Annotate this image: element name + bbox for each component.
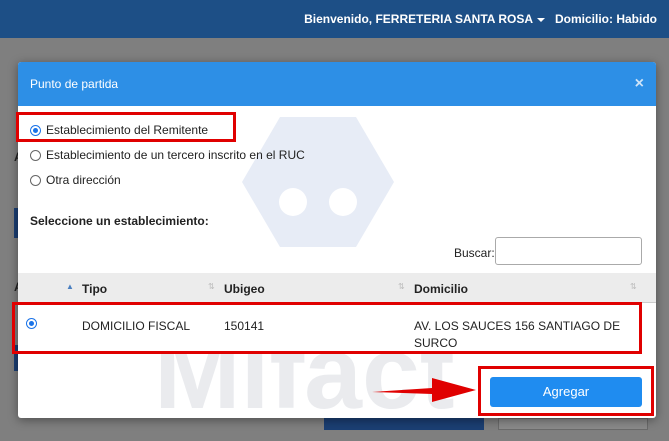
cell-tipo: DOMICILIO FISCAL bbox=[82, 319, 191, 333]
search-input[interactable] bbox=[495, 237, 642, 265]
bg-fragment-button bbox=[498, 418, 648, 430]
watermark-hexagon bbox=[242, 117, 394, 247]
radio-button-checked[interactable] bbox=[30, 124, 41, 136]
radio-otra-direccion[interactable]: Otra dirección bbox=[30, 173, 121, 187]
modal-title: Punto de partida bbox=[30, 77, 119, 91]
close-icon[interactable]: × bbox=[635, 75, 644, 93]
search-label: Buscar: bbox=[454, 246, 495, 260]
punto-de-partida-modal: Mifact Punto de partida × Establecimient… bbox=[18, 62, 656, 418]
bg-fragment-button bbox=[324, 418, 484, 430]
column-header-ubigeo[interactable]: Ubigeo bbox=[224, 282, 265, 296]
sort-icon[interactable]: ⇅ bbox=[398, 282, 405, 291]
cell-ubigeo: 150141 bbox=[224, 319, 265, 333]
caret-down-icon bbox=[537, 17, 545, 22]
watermark-eye-right bbox=[329, 188, 357, 216]
domicilio-status: Domicilio: Habido bbox=[555, 12, 657, 26]
modal-header: Punto de partida × bbox=[18, 62, 656, 106]
radio-button[interactable] bbox=[30, 149, 41, 161]
watermark-eye-left bbox=[279, 188, 307, 216]
agregar-button[interactable]: Agregar bbox=[490, 377, 642, 407]
cell-domicilio-line1: AV. LOS SAUCES 156 SANTIAGO DE bbox=[414, 319, 621, 333]
radio-label: Establecimiento del Remitente bbox=[46, 123, 209, 137]
section-label: Seleccione un establecimiento: bbox=[30, 214, 209, 228]
top-navbar: Bienvenido, FERRETERIA SANTA ROSA Domici… bbox=[0, 0, 669, 38]
radio-label: Establecimiento de un tercero inscrito e… bbox=[46, 148, 305, 162]
red-arrow-shape bbox=[372, 378, 476, 402]
radio-establecimiento-remitente[interactable]: Establecimiento del Remitente bbox=[30, 123, 208, 137]
row-radio-checked[interactable] bbox=[26, 318, 37, 329]
cell-domicilio-line2: SURCO bbox=[414, 336, 458, 350]
table-row[interactable]: DOMICILIO FISCAL 150141 AV. LOS SAUCES 1… bbox=[18, 303, 656, 353]
radio-establecimiento-tercero[interactable]: Establecimiento de un tercero inscrito e… bbox=[30, 148, 305, 162]
sort-icon[interactable]: ⇅ bbox=[208, 282, 215, 291]
radio-label: Otra dirección bbox=[46, 173, 121, 187]
column-header-tipo[interactable]: Tipo bbox=[82, 282, 107, 296]
column-header-domicilio[interactable]: Domicilio bbox=[414, 282, 468, 296]
table-header: ▲ Tipo ⇅ Ubigeo ⇅ Domicilio ⇅ bbox=[18, 273, 656, 303]
sort-asc-icon[interactable]: ▲ bbox=[66, 282, 74, 291]
cell-domicilio: AV. LOS SAUCES 156 SANTIAGO DE SURCO bbox=[414, 318, 634, 352]
user-menu-label: Bienvenido, FERRETERIA SANTA ROSA bbox=[304, 12, 533, 26]
radio-button[interactable] bbox=[30, 174, 41, 186]
user-menu-toggle[interactable]: Bienvenido, FERRETERIA SANTA ROSA bbox=[304, 12, 545, 26]
sort-icon[interactable]: ⇅ bbox=[630, 282, 637, 291]
red-arrow-icon bbox=[372, 378, 476, 402]
